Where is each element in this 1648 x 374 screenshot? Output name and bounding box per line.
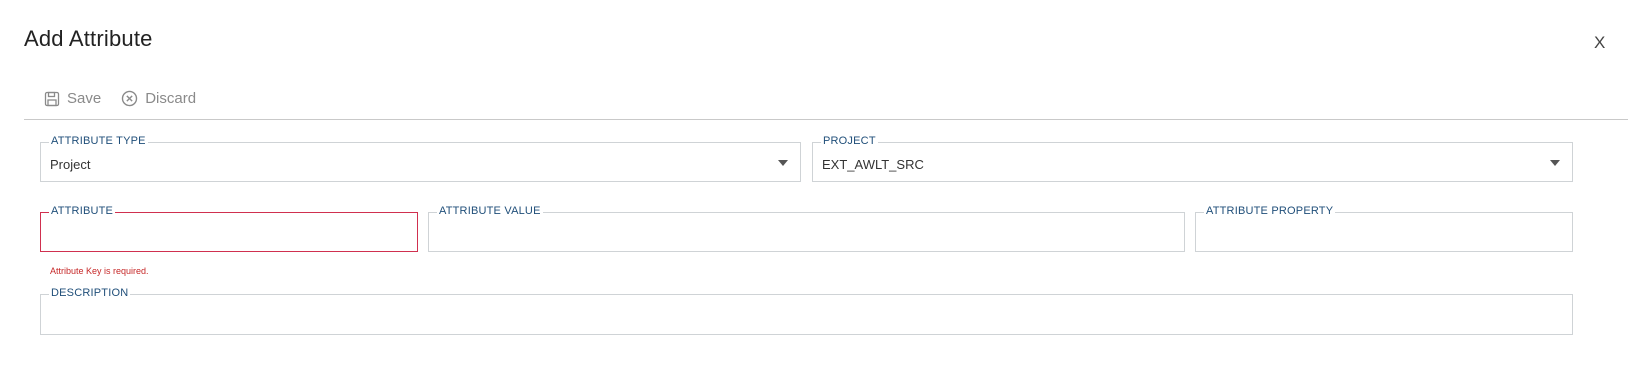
project-value: EXT_AWLT_SRC: [822, 157, 924, 172]
project-label: PROJECT: [821, 135, 878, 147]
attribute-type-value: Project: [50, 157, 91, 172]
attribute-property-input[interactable]: ATTRIBUTE PROPERTY: [1195, 205, 1573, 252]
save-button[interactable]: Save: [44, 90, 101, 107]
description-label: DESCRIPTION: [49, 287, 131, 299]
discard-button[interactable]: Discard: [121, 90, 196, 107]
attribute-error-message: Attribute Key is required.: [50, 266, 149, 276]
description-input[interactable]: DESCRIPTION: [40, 287, 1573, 335]
attribute-input[interactable]: ATTRIBUTE: [40, 205, 418, 252]
attribute-property-label: ATTRIBUTE PROPERTY: [1204, 205, 1336, 217]
caret-down-icon: [778, 160, 788, 166]
attribute-type-select[interactable]: ATTRIBUTE TYPE Project: [40, 135, 801, 182]
attribute-value-label: ATTRIBUTE VALUE: [437, 205, 543, 217]
caret-down-icon: [1550, 160, 1560, 166]
dialog-title: Add Attribute: [24, 26, 153, 51]
attribute-type-label: ATTRIBUTE TYPE: [49, 135, 148, 147]
toolbar-divider: [24, 119, 1628, 120]
toolbar: Save Discard: [44, 90, 216, 107]
circle-x-icon: [122, 90, 138, 107]
project-select[interactable]: PROJECT EXT_AWLT_SRC: [812, 135, 1573, 182]
attribute-value-input[interactable]: ATTRIBUTE VALUE: [428, 205, 1185, 252]
discard-label: Discard: [145, 90, 197, 107]
attribute-label: ATTRIBUTE: [49, 205, 116, 217]
close-button[interactable]: X: [1594, 33, 1605, 53]
floppy-disk-icon: [44, 91, 60, 106]
save-label: Save: [67, 90, 102, 107]
